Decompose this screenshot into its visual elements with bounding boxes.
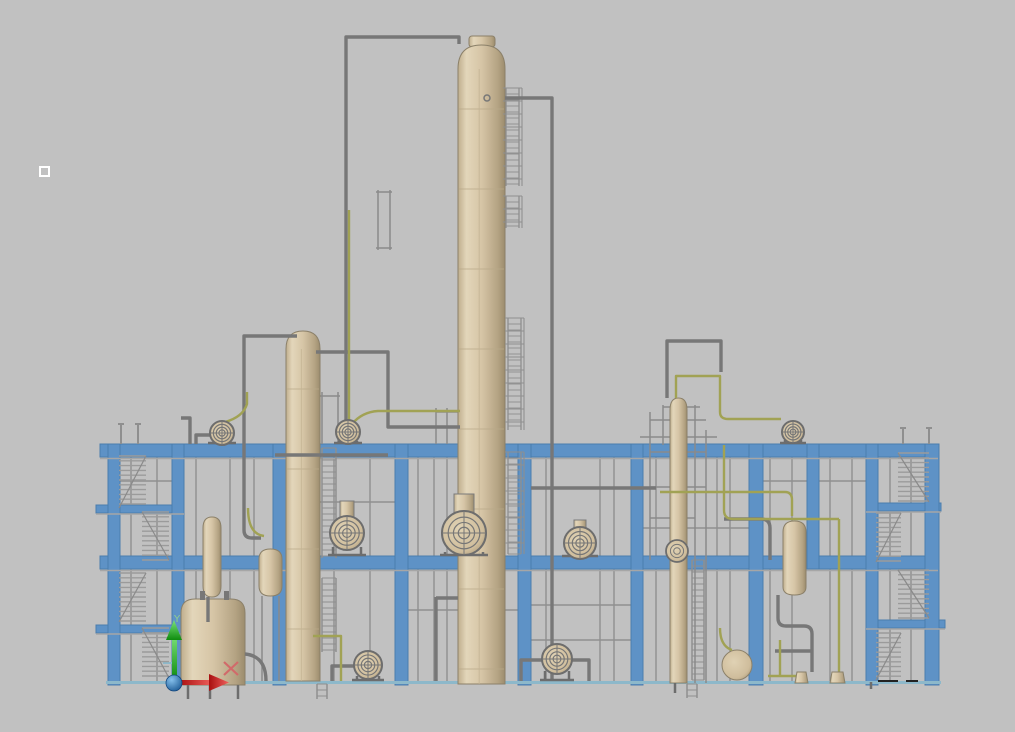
distillation-column-main [457,35,506,685]
support-foot [829,671,846,684]
steel-column [107,443,121,686]
pump [352,650,384,682]
vessel-shell [457,44,506,685]
support-foot [794,671,809,684]
manway-flange [665,539,689,563]
cad-viewport[interactable]: Y [0,0,1015,732]
cad-3d-scene[interactable]: Y [0,0,1015,732]
origin-sphere[interactable] [165,674,183,692]
steel-column [630,443,644,686]
tank-nozzle [200,591,205,600]
ladder [691,559,705,681]
pump [334,419,362,445]
y-axis-arrow[interactable] [172,635,177,679]
steel-column [394,443,409,686]
steel-column [748,443,764,686]
steel-column [865,443,879,686]
distillation-column-secondary [285,330,321,682]
vertical-drum [782,520,807,596]
vertical-drum [202,516,222,598]
vessel-shell [285,330,321,682]
y-axis-label: Y [173,614,181,625]
steel-column [924,443,940,686]
horizontal-tank [721,649,753,681]
tank-nozzle [224,591,229,600]
pump [780,420,806,445]
steel-column [806,443,820,570]
pump [208,420,236,446]
vertical-drum [258,548,283,597]
x-axis-arrow[interactable] [179,680,213,685]
